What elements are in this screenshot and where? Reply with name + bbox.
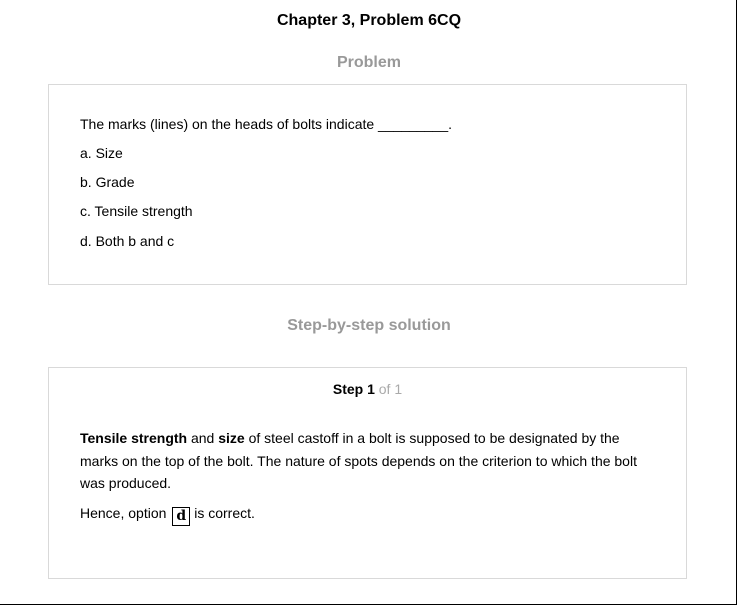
step-indicator: Step 1 of 1 [49, 381, 686, 397]
solution-heading: Step-by-step solution [287, 317, 451, 334]
option-a: a. Size [80, 145, 123, 161]
bold-term-size: size [218, 430, 245, 446]
question-text: The marks (lines) on the heads of bolts … [80, 116, 453, 132]
step-label: Step 1 [332, 381, 375, 397]
conclusion-suffix: is correct. [194, 505, 255, 521]
conclusion-prefix: Hence, option [80, 505, 167, 521]
page-title: Chapter 3, Problem 6CQ [276, 12, 462, 29]
problem-card: The marks (lines) on the heads of bolts … [48, 84, 687, 285]
step-count: of 1 [378, 381, 403, 397]
solution-card: Step 1 of 1 Tensile strength and size of… [48, 367, 687, 579]
connector-text: and [190, 430, 215, 446]
conclusion-line: Hence, option d is correct. [80, 502, 255, 526]
problem-heading: Problem [336, 54, 401, 71]
solution-explanation: Tensile strength and size of steel casto… [80, 427, 660, 495]
option-b: b. Grade [80, 174, 135, 190]
answer-box: d [172, 507, 191, 526]
option-c: c. Tensile strength [80, 203, 193, 219]
option-d: d. Both b and c [80, 233, 175, 249]
bold-term-tensile-strength: Tensile strength [80, 430, 188, 446]
